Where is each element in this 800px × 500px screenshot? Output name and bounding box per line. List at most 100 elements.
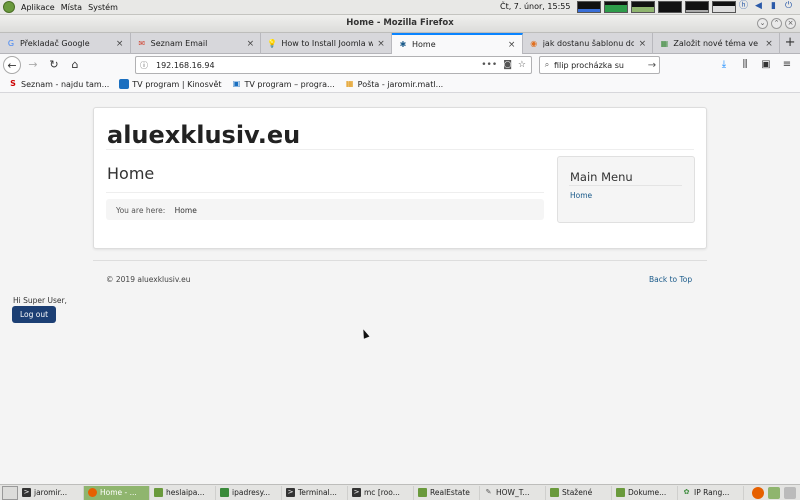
window-title: Home - Mozilla Firefox [346,18,454,28]
load-monitor-icon[interactable] [685,1,709,13]
reload-button[interactable]: ↻ [45,56,63,74]
url-bar[interactable]: ⓘ 192.168.16.94 ••• ◙ ☆ [135,56,532,74]
taskbar-label: jaromir... [34,488,68,497]
network-monitor-icon[interactable] [631,1,655,13]
tab-jak-dostanu-sablonu[interactable]: ◉ jak dostanu šablonu do × [523,33,654,54]
show-desktop-button[interactable] [2,485,18,500]
url-text[interactable]: 192.168.16.94 [152,61,481,70]
network-signal-icon[interactable]: ▮ [768,1,779,12]
taskbar-item-dokumenty[interactable]: Dokume... [612,485,678,500]
tab-label: How to Install Joomla w [281,39,374,48]
close-tab-icon[interactable]: × [764,39,774,49]
minimize-icon[interactable]: ⌄ [757,18,768,29]
close-tab-icon[interactable]: × [507,40,517,50]
taskbar-item-ipadresy[interactable]: ipadresy... [216,485,282,500]
library-icon[interactable]: ⫼ [737,57,753,73]
forward-button[interactable]: → [24,56,42,74]
firefox-tray-icon[interactable] [752,486,764,499]
bookmark-tv-program[interactable]: ▣ TV program – progra... [232,79,335,89]
joomla-favicon-icon: ✱ [399,39,407,49]
taskbar-item-realestate[interactable]: RealEstate [414,485,480,500]
taskbar-label: Terminal... [298,488,337,497]
hp-printer-icon[interactable]: ⓗ [738,1,749,12]
bookmark-star-icon[interactable]: ☆ [518,60,526,70]
seznam-email-favicon-icon: ✉ [138,38,146,48]
tab-home[interactable]: ✱ Home × [392,33,523,54]
taskbar-item-stazene[interactable]: Stažené [546,485,612,500]
hamburger-menu-icon[interactable]: ≡ [779,57,795,73]
taskbar-label: HOW_T... [496,488,530,497]
search-go-icon[interactable]: → [645,60,659,71]
memory-monitor-icon[interactable] [604,1,628,13]
cpu-monitor-icon[interactable] [577,1,601,13]
downloads-icon[interactable]: ⤓ [716,57,732,73]
menu-divider [569,185,682,186]
tab-google-translate[interactable]: G Překladač Google × [0,33,131,54]
panel-menu-places[interactable]: Místa [61,3,82,12]
panel-menu-system[interactable]: Systém [88,3,118,12]
close-tab-icon[interactable]: × [376,39,386,49]
page-actions-icon[interactable]: ••• [481,60,497,70]
panel-clock[interactable]: Čt, 7. únor, 15:55 [500,2,570,11]
site-brand[interactable]: aluexklusiv.eu [107,121,300,149]
window-titlebar[interactable]: Home - Mozilla Firefox ⌄ ⌃ × [0,15,800,33]
bookmark-seznam[interactable]: S Seznam - najdu tam... [8,79,109,89]
disk-monitor-icon[interactable] [712,1,736,13]
maximize-icon[interactable]: ⌃ [771,18,782,29]
search-icon: ⌕ [544,60,550,69]
tab-label: jak dostanu šablonu do [542,39,635,48]
tab-how-to-install-joomla[interactable]: 💡 How to Install Joomla w × [261,33,393,54]
tab-seznam-email[interactable]: ✉ Seznam Email × [131,33,262,54]
pocket-icon[interactable]: ◙ [503,60,512,70]
main-menu-module: Main Menu Home [557,156,695,223]
close-tab-icon[interactable]: × [245,39,255,49]
menu-link-home[interactable]: Home [570,191,592,200]
workspace-switcher-icon[interactable] [768,486,780,499]
new-tab-button[interactable]: + [780,33,800,54]
bookmark-tv-program-kinosvet[interactable]: TV program | Kinosvět [119,79,222,89]
mint-logo-icon[interactable] [3,1,15,13]
forum-favicon-icon: ◉ [530,38,538,48]
tab-label: Home [412,40,436,49]
taskbar-item-firefox-home[interactable]: Home - ... [84,485,150,500]
power-icon[interactable]: ⏻ [783,1,794,12]
folder-icon [550,488,559,497]
taskbar-item-mc-root[interactable]: > mc [roo... [348,485,414,500]
search-bar[interactable]: ⌕ filip procházka su → [539,56,660,74]
close-tab-icon[interactable]: × [637,39,647,49]
taskbar-label: ipadresy... [232,488,271,497]
seznam-icon: S [10,79,16,88]
back-to-top-link[interactable]: Back to Top [649,275,692,284]
search-input[interactable]: filip procházka su [554,61,645,70]
title-divider [106,192,544,193]
trash-icon[interactable] [784,486,796,499]
close-tab-icon[interactable]: × [115,39,125,49]
mouse-cursor-icon [360,328,370,339]
home-button[interactable]: ⌂ [66,56,84,74]
taskbar-item-ip-range[interactable]: ✿ IP Rang... [678,485,744,500]
back-button[interactable]: ← [3,56,21,74]
sidebar-icon[interactable]: ▣ [758,57,774,73]
close-window-icon[interactable]: × [785,18,796,29]
page-title: Home [107,164,155,183]
taskbar-item-terminal[interactable]: > Terminal... [282,485,348,500]
tab-label: Seznam Email [150,39,208,48]
panel-menu: Aplikace Místa Systém [0,1,118,13]
swap-monitor-icon[interactable] [658,1,682,13]
taskbar-item-heslaipa[interactable]: heslaipa... [150,485,216,500]
taskbar-item-terminal-jaromir[interactable]: > jaromir... [18,485,84,500]
logout-button[interactable]: Log out [12,306,56,323]
google-translate-favicon-icon: G [7,38,15,48]
taskbar-label: Stažené [562,488,593,497]
folder-icon [616,488,625,497]
tab-zalozit-nove-tema[interactable]: ▦ Založit nové téma ve F × [653,33,781,54]
panel-menu-applications[interactable]: Aplikace [21,3,55,12]
site-info-icon[interactable]: ⓘ [136,60,152,71]
volume-icon[interactable]: ◀ [753,1,764,12]
terminal-icon: > [22,488,31,497]
taskbar-item-how-to[interactable]: ✎ HOW_T... [480,485,546,500]
bookmark-posta[interactable]: ▦ Pošta - jaromir.matl... [345,79,443,89]
taskbar-label: Dokume... [628,488,667,497]
taskbar-label: mc [roo... [364,488,400,497]
system-monitors [577,1,736,13]
